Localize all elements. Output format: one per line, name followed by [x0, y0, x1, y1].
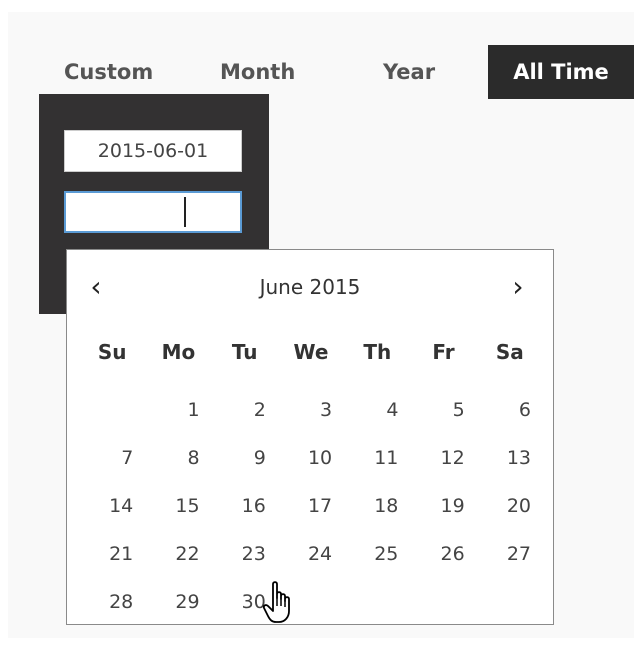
day-cell[interactable]: 7	[79, 434, 145, 482]
empty-day-cell	[477, 578, 543, 626]
weekday-label: Th	[363, 340, 392, 364]
datepicker-popup: June 2015 ‹ › Su Mo Tu We Th Fr Sa 1 2 3…	[66, 249, 554, 625]
day-cell[interactable]: 26	[410, 530, 476, 578]
start-date-input[interactable]	[64, 130, 242, 172]
day-cell[interactable]: 8	[145, 434, 211, 482]
hand-pointer-icon	[262, 581, 290, 623]
day-cell[interactable]: 22	[145, 530, 211, 578]
day-cell[interactable]: 18	[344, 482, 410, 530]
weekday-label: Mo	[161, 340, 196, 364]
day-cell[interactable]: 1	[145, 386, 211, 434]
week-row: 7 8 9 10 11 12 13	[79, 434, 543, 482]
day-cell[interactable]: 4	[344, 386, 410, 434]
weekday-label: Sa	[495, 340, 524, 364]
week-row: 1 2 3 4 5 6	[79, 386, 543, 434]
prev-month-icon[interactable]: ‹	[81, 268, 111, 306]
day-cell[interactable]: 27	[477, 530, 543, 578]
empty-day-cell	[344, 578, 410, 626]
tab-month[interactable]: Month	[220, 45, 295, 99]
weekday-label: Su	[97, 340, 127, 364]
day-cell[interactable]: 6	[477, 386, 543, 434]
day-cell[interactable]: 25	[344, 530, 410, 578]
weekday-label: Tu	[231, 340, 258, 364]
date-filter-panel: Custom Month Year All Time June 2015 ‹ ›…	[8, 12, 634, 638]
spacer-cell	[79, 372, 543, 386]
day-cell[interactable]: 28	[79, 578, 145, 626]
day-cell[interactable]: 3	[278, 386, 344, 434]
day-cell[interactable]: 13	[477, 434, 543, 482]
month-title: June 2015	[259, 275, 361, 299]
day-cell[interactable]: 11	[344, 434, 410, 482]
tab-custom[interactable]: Custom	[64, 45, 153, 99]
day-cell[interactable]: 29	[145, 578, 211, 626]
calendar-grid: Su Mo Tu We Th Fr Sa 1 2 3 4 5 6 7 8 9 1…	[79, 332, 543, 626]
weekday-label: We	[293, 340, 329, 364]
day-cell[interactable]: 20	[477, 482, 543, 530]
next-month-icon[interactable]: ›	[503, 268, 533, 306]
day-cell[interactable]: 23	[212, 530, 278, 578]
end-date-input[interactable]	[64, 191, 242, 233]
week-row: 28 29 30	[79, 578, 543, 626]
day-cell[interactable]: 14	[79, 482, 145, 530]
day-cell[interactable]: 2	[212, 386, 278, 434]
day-cell[interactable]: 19	[410, 482, 476, 530]
tab-year[interactable]: Year	[383, 45, 435, 99]
text-caret	[184, 197, 186, 227]
day-cell[interactable]: 24	[278, 530, 344, 578]
weekday-header-row: Su Mo Tu We Th Fr Sa	[79, 332, 543, 372]
day-cell[interactable]: 21	[79, 530, 145, 578]
day-cell[interactable]: 5	[410, 386, 476, 434]
tab-all-time[interactable]: All Time	[488, 45, 634, 99]
spacer-row	[79, 372, 543, 386]
day-cell[interactable]: 12	[410, 434, 476, 482]
week-row: 14 15 16 17 18 19 20	[79, 482, 543, 530]
day-cell[interactable]: 10	[278, 434, 344, 482]
day-cell[interactable]: 16	[212, 482, 278, 530]
day-cell[interactable]: 17	[278, 482, 344, 530]
day-cell[interactable]: 15	[145, 482, 211, 530]
weekday-label: Fr	[432, 340, 455, 364]
week-row: 21 22 23 24 25 26 27	[79, 530, 543, 578]
empty-day-cell	[79, 386, 145, 434]
empty-day-cell	[410, 578, 476, 626]
day-cell[interactable]: 9	[212, 434, 278, 482]
